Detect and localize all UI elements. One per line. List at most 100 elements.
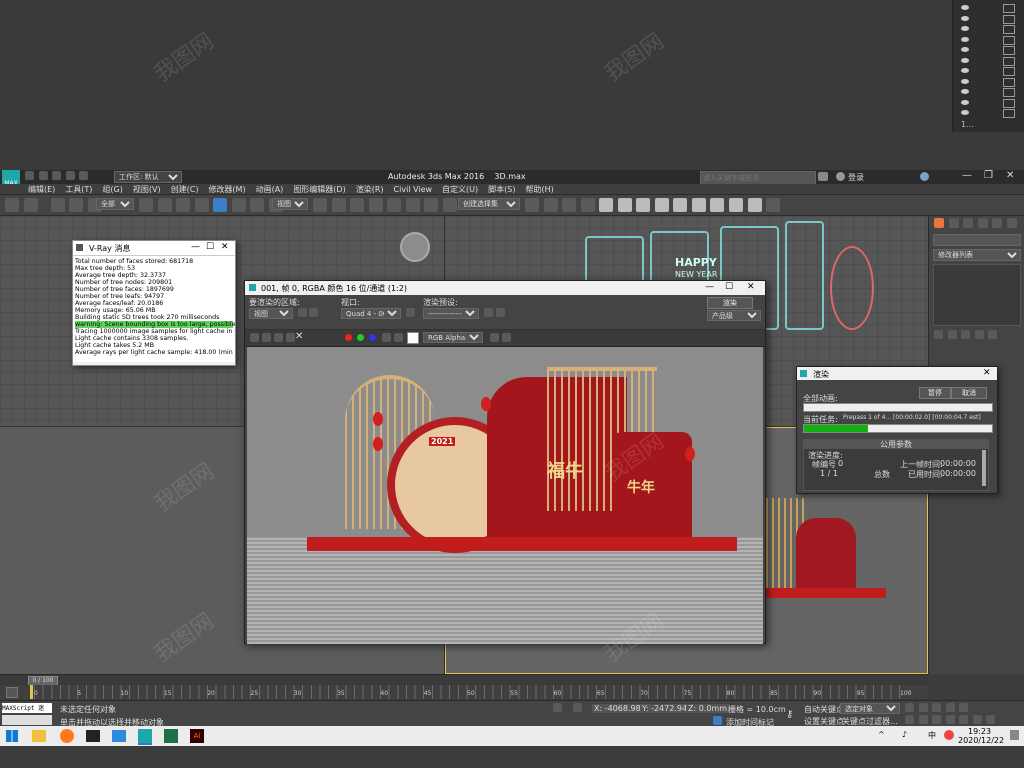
go-to-end-icon[interactable]: [959, 703, 969, 712]
select-manipulate-icon[interactable]: [331, 198, 346, 212]
scene-explorer-row[interactable]: [959, 46, 1019, 55]
remove-modifier-icon[interactable]: [974, 330, 984, 339]
modifier-list-select[interactable]: 修改器列表: [933, 249, 1021, 261]
scene-explorer-row[interactable]: [959, 67, 1019, 76]
scene-explorer-row[interactable]: [959, 77, 1019, 87]
open-file-icon[interactable]: [38, 171, 48, 180]
area-select[interactable]: 视图: [249, 308, 293, 319]
clock-date[interactable]: 2020/12/22: [958, 736, 1004, 745]
play-icon[interactable]: [932, 703, 942, 712]
select-object-icon[interactable]: [139, 198, 153, 212]
ime-lang[interactable]: 中: [928, 730, 936, 741]
close-icon[interactable]: ✕: [983, 368, 991, 378]
percent-snap-icon[interactable]: [405, 198, 420, 212]
menu-item[interactable]: 渲染(R): [356, 185, 384, 194]
window-crossing-icon[interactable]: [194, 198, 209, 212]
display-tab-icon[interactable]: [992, 218, 1003, 228]
snaps-toggle-icon[interactable]: [368, 198, 383, 212]
vray-toolbar-icon[interactable]: [766, 198, 781, 212]
maximize-icon[interactable]: ☐: [206, 242, 214, 252]
time-tag-icon[interactable]: [713, 716, 722, 725]
eye-icon[interactable]: [961, 15, 969, 21]
unlink-icon[interactable]: [69, 198, 84, 212]
hierarchy-tab-icon[interactable]: [963, 218, 974, 228]
modifier-stack[interactable]: [933, 264, 1021, 326]
vscode-icon[interactable]: [112, 730, 126, 742]
modify-tab-icon[interactable]: [948, 218, 959, 228]
rect-selection-icon[interactable]: [176, 198, 191, 212]
rendered-image[interactable]: 2021 福牛 牛年: [247, 347, 763, 644]
display-overlay-icon[interactable]: [502, 333, 511, 342]
common-params-header[interactable]: 公用参数: [804, 440, 988, 449]
nav-gizmo-icon[interactable]: [400, 232, 430, 262]
curve-editor-icon[interactable]: [599, 198, 614, 212]
z-coordinate[interactable]: Z: 0.0mm: [686, 704, 730, 713]
y-coordinate[interactable]: Y: -2472.94: [640, 704, 690, 713]
rendered-frame-window-icon[interactable]: [673, 198, 688, 212]
menu-item[interactable]: 帮助(H): [525, 185, 553, 194]
keyboard-shortcut-icon[interactable]: [350, 198, 365, 212]
menu-item[interactable]: 脚本(S): [488, 185, 515, 194]
rotate-icon[interactable]: [231, 198, 246, 212]
render-mode-select[interactable]: 产品级: [707, 310, 761, 321]
time-slider[interactable]: 0 / 100: [0, 674, 928, 686]
configure-sets-icon[interactable]: [988, 330, 998, 339]
scale-icon[interactable]: [250, 198, 265, 212]
maximize-icon[interactable]: ☐: [725, 282, 733, 292]
eye-icon[interactable]: [961, 68, 969, 73]
illustrator-icon[interactable]: Ai: [190, 729, 204, 743]
binoculars-icon[interactable]: [818, 172, 828, 181]
motion-tab-icon[interactable]: [977, 218, 988, 228]
isolate-selection-icon[interactable]: [553, 703, 562, 712]
file-explorer-icon[interactable]: [32, 730, 46, 742]
red-channel-icon[interactable]: [345, 334, 352, 341]
zoom-icon[interactable]: [905, 715, 914, 724]
maxscript-listener[interactable]: MAXScript 迷: [2, 703, 52, 713]
excel-icon[interactable]: [164, 729, 178, 743]
link-icon[interactable]: [50, 198, 65, 212]
green-channel-icon[interactable]: [357, 334, 364, 341]
menu-item[interactable]: 动画(A): [256, 185, 284, 194]
notification-icon[interactable]: [1010, 730, 1019, 740]
auto-key-button[interactable]: 自动关键点: [804, 704, 844, 715]
help-icon[interactable]: [920, 172, 929, 181]
environment-icon[interactable]: [496, 308, 505, 317]
auto-region-icon[interactable]: [309, 308, 318, 317]
select-by-name-icon[interactable]: [157, 198, 172, 212]
eye-icon[interactable]: [961, 5, 969, 10]
scene-explorer-row[interactable]: [959, 25, 1019, 34]
clock-time[interactable]: 19:23: [968, 727, 991, 736]
mini-curve-editor-icon[interactable]: [6, 687, 18, 698]
menu-item[interactable]: 视图(V): [133, 185, 161, 194]
lock-selection-icon[interactable]: [573, 703, 582, 712]
layer-manager-icon[interactable]: [562, 198, 577, 212]
scene-explorer-row[interactable]: [959, 109, 1019, 118]
menu-item[interactable]: 组(G): [102, 185, 122, 194]
menu-item[interactable]: Civil View: [394, 185, 433, 194]
minimize-icon[interactable]: —: [705, 282, 714, 292]
maximize-icon[interactable]: ❐: [984, 170, 993, 181]
workspace-select[interactable]: 工作区: 默认: [114, 171, 182, 183]
print-icon[interactable]: [286, 333, 295, 342]
scene-explorer-row[interactable]: [959, 88, 1019, 97]
eye-icon[interactable]: [961, 78, 969, 84]
firefox-icon[interactable]: [60, 729, 74, 743]
preset-select[interactable]: -------------------: [423, 308, 479, 319]
zoom-extents-icon[interactable]: [932, 715, 942, 724]
edit-region-icon[interactable]: [298, 308, 307, 317]
key-icon[interactable]: ⚷: [786, 709, 793, 720]
scene-explorer-row[interactable]: [959, 98, 1019, 108]
close-icon[interactable]: ✕: [221, 242, 229, 252]
minimize-icon[interactable]: —: [962, 170, 972, 181]
sogou-icon[interactable]: [944, 730, 954, 740]
render-button[interactable]: 渲染: [707, 297, 753, 309]
next-frame-icon[interactable]: [945, 703, 955, 712]
render-iterative-icon[interactable]: [710, 198, 725, 212]
viewport-select[interactable]: Quad 4 - 001: [341, 308, 401, 319]
pan-icon[interactable]: [959, 715, 969, 724]
terminal-icon[interactable]: [86, 730, 100, 742]
pin-stack-icon[interactable]: [934, 330, 943, 339]
eye-icon[interactable]: [961, 36, 969, 42]
eye-icon[interactable]: [961, 99, 969, 105]
blue-channel-icon[interactable]: [369, 334, 376, 341]
